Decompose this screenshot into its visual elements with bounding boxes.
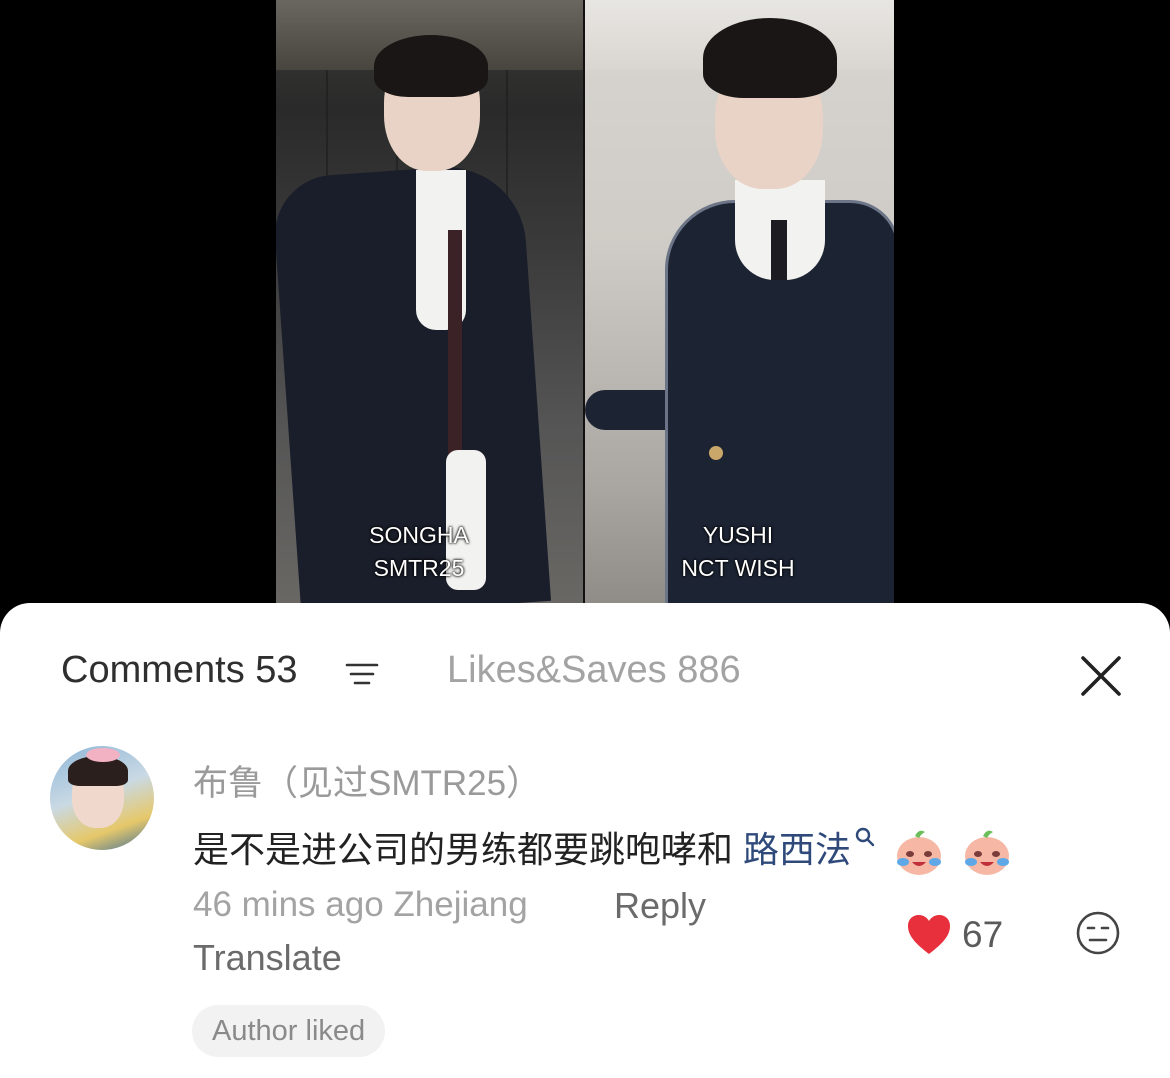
caption-left-group: SMTR25 [373,555,465,581]
caption-left: SONGHA SMTR25 [339,519,499,585]
heart-icon[interactable] [906,913,952,957]
caption-right-group: NCT WISH [681,555,795,581]
close-icon[interactable] [1080,655,1122,697]
like-count: 67 [962,914,1004,955]
person-hair [374,35,488,97]
comment-body: 是不是进公司的男练都要跳咆哮和 路西法 [193,821,1013,878]
comments-sheet: Comments 53 Likes&Saves 886 布鲁（见过SMTR25）… [0,603,1170,1078]
search-icon[interactable] [853,825,877,849]
tab-likes-saves[interactable]: Likes&Saves 886 [447,649,741,692]
comment-username[interactable]: 布鲁（见过SMTR25） [193,755,541,806]
tab-comments[interactable]: Comments 53 [61,649,298,692]
person-tie [771,220,787,280]
caption-right-name: YUSHI [702,522,774,548]
comment-time-location: 46 mins ago Zhejiang [193,885,528,924]
person-tie [448,230,462,460]
comment-text: 是不是进公司的男练都要跳咆哮和 [193,829,734,870]
reply-button[interactable]: Reply [614,885,706,927]
caption-right: YUSHI NCT WISH [658,519,818,585]
comment-search-link[interactable]: 路西法 [743,827,877,870]
crying-peach-emoji [965,831,1010,876]
avatar-bow [86,748,120,762]
video-player[interactable]: SONGHA SMTR25 YUSHI NCT WISH [276,0,894,610]
comment-link-text[interactable]: 路西法 [743,829,851,870]
translate-button[interactable]: Translate [193,937,342,979]
caption-left-name: SONGHA [369,522,469,548]
crying-peach-emoji [897,831,942,876]
sheet-header: Comments 53 Likes&Saves 886 [0,603,1170,743]
sort-icon[interactable] [345,662,379,686]
author-liked-badge: Author liked [192,1005,386,1057]
person-hair [703,18,837,98]
meh-face-icon[interactable] [1075,910,1121,956]
avatar[interactable] [50,746,154,850]
jacket-button [709,446,723,460]
